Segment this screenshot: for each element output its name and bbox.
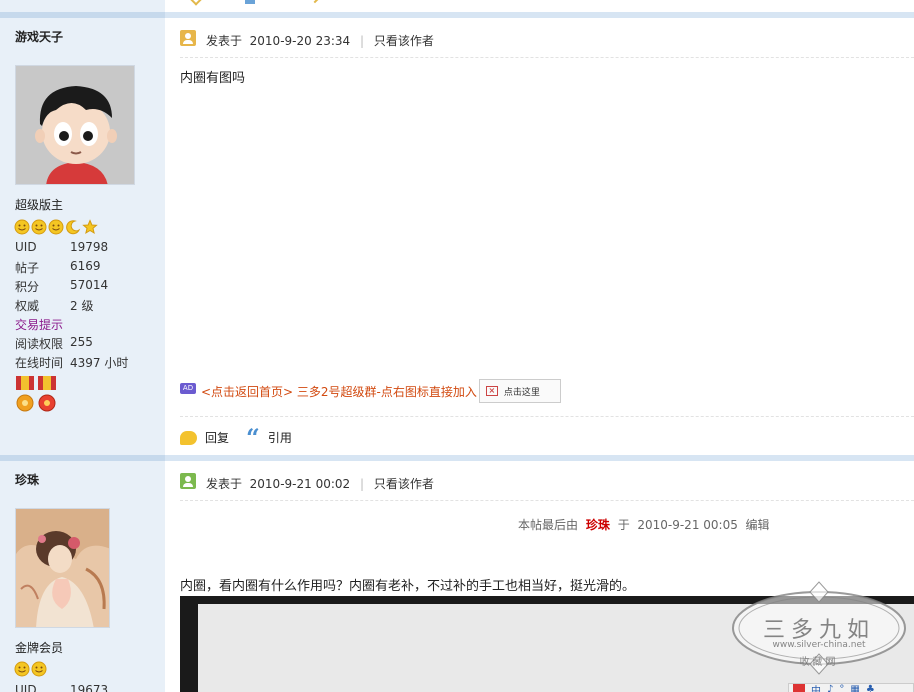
only-author-link[interactable]: 只看该作者 <box>374 34 434 48</box>
user-stats: UID 19798 帖子 6169 积分 57014 权威 2 级 交易提示 阅读权限 2… <box>15 240 155 373</box>
ime-lang-button[interactable]: 中 <box>811 682 821 692</box>
only-author-link[interactable]: 只看该作者 <box>374 477 434 491</box>
user-stats: UID 19673 <box>15 683 155 692</box>
ime-keyboard-button[interactable]: ▦ <box>850 684 859 692</box>
post-timestamp: 2010-9-21 00:02 <box>249 477 351 491</box>
post-header: 发表于 2010-9-20 23:34 | 只看该作者 <box>180 18 914 58</box>
post-1: 游戏天子 超级版主 UID 19798 帖子 6169 积分 57014 权威 … <box>0 18 914 455</box>
post-actions: 回复 “ 引用 <box>180 416 914 456</box>
stat-uid: UID 19798 <box>15 240 109 254</box>
site-watermark: 三多九如 www.silver-china.net 收藏网 <box>728 578 910 678</box>
stat-posts: 帖子 6169 <box>15 259 101 275</box>
ime-skin-button[interactable]: ♣ <box>866 684 875 692</box>
rank-stars <box>14 219 98 235</box>
author-name[interactable]: 珍珠 <box>15 471 39 488</box>
sun-face-icon <box>48 219 64 235</box>
stat-uid: UID 19673 <box>15 683 109 692</box>
sun-face-icon <box>31 661 47 677</box>
stat-read-permission: 阅读权限 255 <box>15 335 93 351</box>
quote-button[interactable]: “ 引用 <box>246 422 292 452</box>
author-name[interactable]: 游戏天子 <box>15 28 63 45</box>
post-timestamp: 2010-9-20 23:34 <box>249 34 351 48</box>
user-icon <box>180 473 196 489</box>
edit-note: 本帖最后由 珍珠 于 2010-9-21 00:05 编辑 <box>518 518 770 532</box>
ime-toolbar: 中 ♪ ° ▦ ♣ <box>788 683 914 692</box>
click-here-button[interactable]: × 点击这里 <box>478 379 561 403</box>
ad-banner: AD <点击返回首页> 三多2号超级群-点右图标直接加入 × 点击这里 <box>180 379 561 403</box>
rank-stars <box>14 661 47 677</box>
post-meta: 发表于 2010-9-21 00:02 | 只看该作者 <box>206 477 434 491</box>
user-rank: 超级版主 <box>15 198 64 212</box>
ime-logo-icon[interactable] <box>793 684 805 692</box>
edit-user-link[interactable]: 珍珠 <box>586 518 610 532</box>
avatar[interactable] <box>15 508 110 628</box>
ime-mode-button[interactable]: ♪ <box>827 684 833 692</box>
sun-face-icon <box>14 661 30 677</box>
user-icon <box>180 30 196 46</box>
post-2-sidebar: 珍珠 金牌会员 UID 19673 <box>0 461 165 692</box>
post-1-content: 发表于 2010-9-20 23:34 | 只看该作者 内圈有图吗 AD <点击… <box>165 18 914 455</box>
sun-face-icon <box>14 219 30 235</box>
top-strip <box>0 0 914 12</box>
post-body: 内圈，看内圈有什么作用吗？内圈有老补，不过补的手工也相当好，挺光滑的。 <box>180 579 636 594</box>
edit-timestamp: 2010-9-21 00:05 <box>637 518 738 532</box>
cartoon-boy-avatar-icon <box>16 66 134 184</box>
moon-icon <box>66 220 81 235</box>
post-body: 内圈有图吗 <box>180 71 246 86</box>
top-strip-sidebar <box>0 0 165 12</box>
ad-icon: AD <box>180 382 196 394</box>
top-strip-main <box>165 0 914 12</box>
avatar[interactable] <box>15 65 135 185</box>
star-icon <box>82 219 98 235</box>
watermark-sub: 收藏网 <box>799 657 839 668</box>
quote-icon: “ <box>246 422 260 452</box>
painted-lady-avatar-icon <box>16 509 109 627</box>
ime-punct-button[interactable]: ° <box>839 684 844 692</box>
reply-button[interactable]: 回复 <box>180 429 229 446</box>
user-rank: 金牌会员 <box>15 641 64 655</box>
reply-bubble-icon <box>180 430 197 445</box>
trade-tips-link[interactable]: 交易提示 <box>15 316 155 335</box>
sun-face-icon <box>31 219 47 235</box>
page-icon[interactable] <box>245 0 255 4</box>
stat-points: 积分 57014 <box>15 278 109 294</box>
stat-authority: 权威 2 级 <box>15 299 94 313</box>
ad-link[interactable]: <点击返回首页> 三多2号超级群-点右图标直接加入 <box>201 383 477 400</box>
post-header: 发表于 2010-9-21 00:02 | 只看该作者 <box>180 461 914 501</box>
stat-online-time: 在线时间 4397 小时 <box>15 356 129 370</box>
post-1-sidebar: 游戏天子 超级版主 UID 19798 帖子 6169 积分 57014 权威 … <box>0 18 165 455</box>
watermark-url: www.silver-china.net <box>772 640 866 650</box>
medal-icon[interactable] <box>14 376 58 414</box>
broken-image-icon: × <box>485 386 498 396</box>
post-meta: 发表于 2010-9-20 23:34 | 只看该作者 <box>206 34 434 48</box>
